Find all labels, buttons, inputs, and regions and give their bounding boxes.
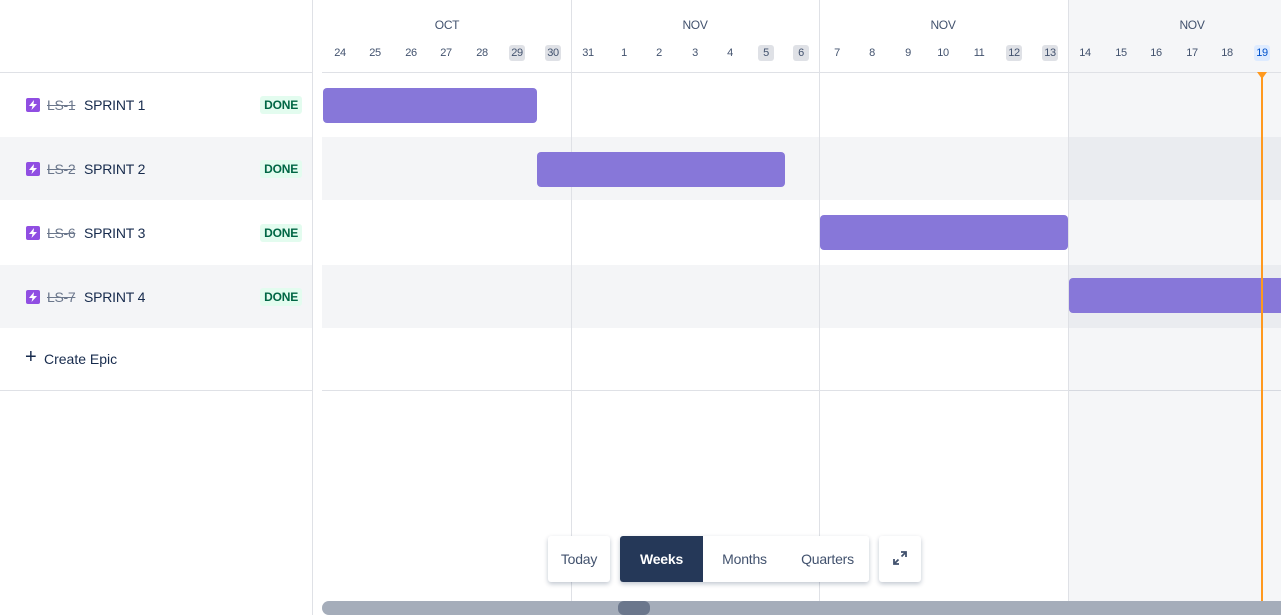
horizontal-scrollbar[interactable] [322,601,1281,615]
month-label: NOV [1179,18,1205,32]
day-label: 30 [545,45,561,61]
timeline-header: OCT NOV NOV NOV 24 25 26 27 28 29 30 31 … [322,0,1281,73]
epic-row[interactable]: LS-1 SPRINT 1 DONE [0,73,312,136]
plus-icon: + [25,346,37,368]
epic-row[interactable]: LS-6 SPRINT 3 DONE [0,201,312,264]
day-label: 29 [509,45,525,61]
epic-key[interactable]: LS-1 [47,97,76,113]
epic-bar-sprint-2[interactable] [537,152,785,187]
status-badge: DONE [260,95,302,114]
status-badge: DONE [260,287,302,306]
epic-key[interactable]: LS-6 [47,225,76,241]
timescale-toggle: Weeks Months Quarters [620,536,869,582]
create-epic-button[interactable]: + Create Epic [0,328,312,391]
epic-bar-sprint-1[interactable] [323,88,537,123]
day-label: 13 [1042,45,1058,61]
epic-lightning-icon [26,225,40,240]
status-badge: DONE [260,159,302,178]
epic-key[interactable]: LS-2 [47,161,76,177]
month-label: OCT [434,18,460,32]
epic-list-panel: LS-1 SPRINT 1 DONE LS-2 SPRINT 2 DONE LS… [0,0,322,615]
timeline-view-controls: Today Weeks Months Quarters [548,536,921,582]
epic-row[interactable]: LS-7 SPRINT 4 DONE [0,265,312,328]
day-label: 25 [369,47,381,59]
epic-lightning-icon [26,289,40,304]
epic-lightning-icon [26,97,40,112]
month-label: NOV [930,18,956,32]
day-label: 1 [621,47,627,59]
epic-lightning-icon [26,161,40,176]
day-label: 28 [476,47,488,59]
panel-resize-handle[interactable] [312,0,322,615]
day-label: 5 [758,45,774,61]
scrollbar-thumb[interactable] [618,601,650,615]
timeline-grid: OCT NOV NOV NOV 24 25 26 27 28 29 30 31 … [322,0,1281,615]
day-label: 31 [582,47,594,59]
day-label: 27 [440,47,452,59]
day-label: 18 [1221,47,1233,59]
epic-bar-sprint-3[interactable] [820,215,1068,250]
day-label: 15 [1115,47,1127,59]
weeks-button[interactable]: Weeks [620,536,703,582]
day-label: 12 [1006,45,1022,61]
day-label: 14 [1079,47,1091,59]
status-badge: DONE [260,223,302,242]
day-label: 7 [834,47,840,59]
epic-title[interactable]: SPRINT 3 [84,225,145,241]
months-button[interactable]: Months [703,536,786,582]
day-label: 10 [937,47,949,59]
epic-row[interactable]: LS-2 SPRINT 2 DONE [0,137,312,200]
epic-key[interactable]: LS-7 [47,289,76,305]
day-label: 4 [727,47,733,59]
expand-arrows-icon [893,550,907,568]
epic-title[interactable]: SPRINT 2 [84,161,145,177]
day-label: 2 [656,47,662,59]
today-marker-icon [1257,72,1267,79]
day-label: 26 [405,47,417,59]
day-label: 6 [793,45,809,61]
day-label: 3 [692,47,698,59]
epic-list-header [0,0,321,73]
scrollbar-track[interactable] [322,601,1281,615]
day-label-today: 19 [1254,45,1270,61]
epic-bar-sprint-4[interactable] [1069,278,1281,313]
expand-button[interactable] [879,536,921,582]
week-divider [571,0,572,615]
epic-title[interactable]: SPRINT 4 [84,289,145,305]
day-label: 9 [905,47,911,59]
month-label: NOV [682,18,708,32]
day-label: 8 [869,47,875,59]
quarters-button[interactable]: Quarters [786,536,869,582]
day-label: 16 [1150,47,1162,59]
day-label: 17 [1186,47,1198,59]
day-label: 24 [334,47,346,59]
week-divider [819,0,820,615]
epic-title[interactable]: SPRINT 1 [84,97,145,113]
today-button[interactable]: Today [548,536,610,582]
today-line [1261,73,1263,615]
day-label: 11 [973,47,985,59]
create-epic-label: Create Epic [44,351,118,367]
